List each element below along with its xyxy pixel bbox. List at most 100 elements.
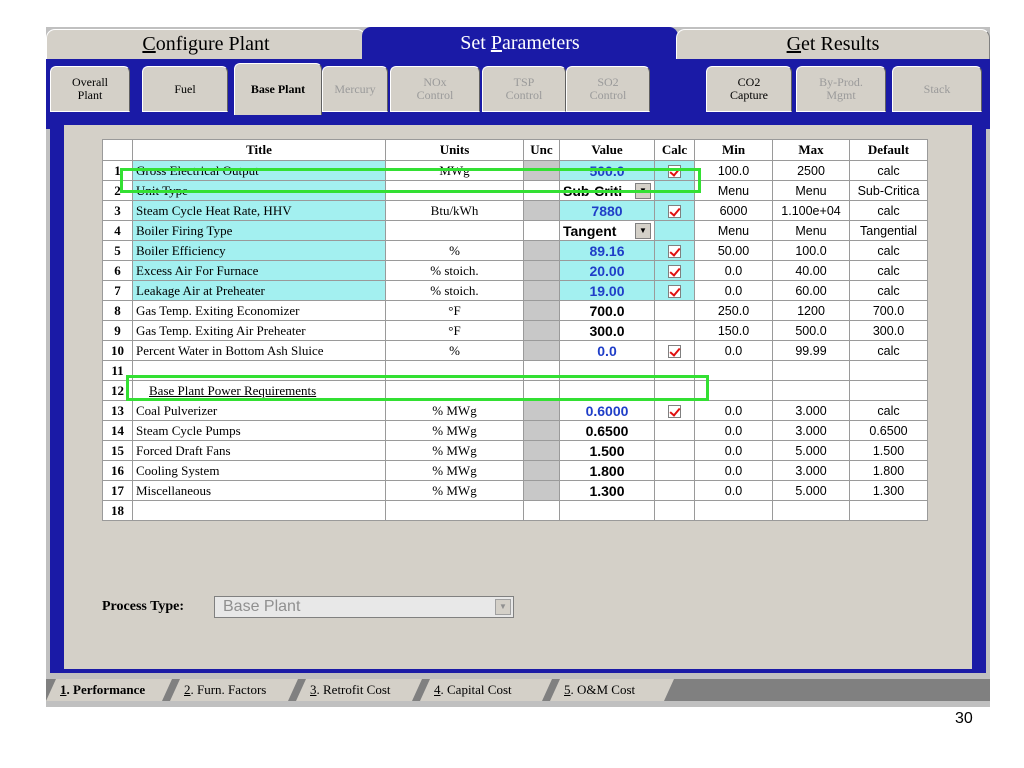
cell-value[interactable]: 500.0 (559, 160, 655, 181)
cell-calc (654, 460, 695, 481)
select-value: Sub-Criti (563, 182, 623, 199)
table-header: Title Units Unc Value Calc Min Max Defau… (102, 139, 928, 161)
cell-max: 1.100e+04 (772, 200, 850, 221)
cell-calc[interactable] (654, 400, 695, 421)
table-row: 3 Steam Cycle Heat Rate, HHV Btu/kWh 7880 60… (102, 200, 928, 221)
process-type-select: Base Plant ▼ (214, 596, 514, 618)
cell-unc[interactable] (523, 480, 560, 501)
cell-default: calc (849, 280, 928, 301)
cell-unc[interactable] (523, 160, 560, 181)
cell-value-select[interactable]: Tangent ▼ (559, 220, 655, 241)
cell-units (385, 220, 524, 241)
cell-unc[interactable] (523, 280, 560, 301)
cell-unc[interactable] (523, 320, 560, 341)
cell-calc[interactable] (654, 200, 695, 221)
cell-calc (654, 380, 695, 401)
cell-max: Menu (772, 220, 850, 241)
calc-checkbox[interactable] (668, 205, 681, 219)
cell-unc[interactable] (523, 300, 560, 321)
cell-min: Menu (694, 180, 773, 201)
calc-checkbox[interactable] (668, 285, 681, 299)
cell-value[interactable]: 1.500 (559, 440, 655, 461)
table-row: 18 (102, 500, 928, 521)
cell-unc[interactable] (523, 400, 560, 421)
cell-value[interactable]: 300.0 (559, 320, 655, 341)
cell-unc[interactable] (523, 440, 560, 461)
tab-get-results[interactable]: Get Results (676, 29, 990, 59)
cell-min: 0.0 (694, 480, 773, 501)
cell-unc[interactable] (523, 460, 560, 481)
cell-max: 1200 (772, 300, 850, 321)
cell-value[interactable]: 700.0 (559, 300, 655, 321)
cell-default: calc (849, 160, 928, 181)
cell-min: 0.0 (694, 260, 773, 281)
cell-value[interactable]: 0.6500 (559, 420, 655, 441)
cell-max (772, 500, 850, 521)
cell-calc[interactable] (654, 240, 695, 261)
cell-value[interactable]: 1.300 (559, 480, 655, 501)
cell-value[interactable]: 20.00 (559, 260, 655, 281)
row-number: 4 (102, 220, 133, 241)
cell-value-select[interactable]: Sub-Criti ▼ (559, 180, 655, 201)
cell-value[interactable]: 1.800 (559, 460, 655, 481)
cell-default: calc (849, 260, 928, 281)
row-number: 11 (102, 360, 133, 381)
calc-checkbox[interactable] (668, 405, 681, 419)
cell-value[interactable]: 7880 (559, 200, 655, 221)
chevron-down-icon[interactable]: ▼ (635, 222, 651, 239)
tab-om-cost[interactable]: 5. O&M Cost (550, 679, 674, 701)
row-number: 8 (102, 300, 133, 321)
cell-value[interactable]: 19.00 (559, 280, 655, 301)
tab-configure-plant[interactable]: Configure Plant (46, 29, 366, 59)
table-row: 14 Steam Cycle Pumps% MWg 0.6500 0.0 3.000 0.… (102, 420, 928, 441)
cell-value[interactable]: 0.6000 (559, 400, 655, 421)
subtab-overall-plant[interactable]: Overall Plant (50, 66, 130, 112)
cell-min: 0.0 (694, 440, 773, 461)
tab-capital-cost[interactable]: 4. Capital Cost (420, 679, 552, 701)
cell-default: 1.500 (849, 440, 928, 461)
cell-title: Boiler Firing Type (132, 220, 386, 241)
tab-performance[interactable]: 1. Performance (46, 679, 172, 701)
cell-units: % MWg (385, 460, 524, 481)
process-type-label: Process Type: (102, 599, 185, 614)
cell-unc[interactable] (523, 260, 560, 281)
cell-unc[interactable] (523, 340, 560, 361)
subtab-tsp-control: TSP Control (482, 66, 566, 112)
cell-max: 100.0 (772, 240, 850, 261)
cell-min: Menu (694, 220, 773, 241)
cell-calc[interactable] (654, 340, 695, 361)
row-number: 13 (102, 400, 133, 421)
subtab-fuel[interactable]: Fuel (142, 66, 228, 112)
cell-max: 3.000 (772, 420, 850, 441)
tab-label: Set Parameters (460, 32, 580, 54)
cell-calc (654, 480, 695, 501)
tab-set-parameters[interactable]: Set Parameters (362, 27, 678, 59)
cell-unc[interactable] (523, 240, 560, 261)
cell-unc[interactable] (523, 420, 560, 441)
tab-furn-factors[interactable]: 2. Furn. Factors (170, 679, 298, 701)
cell-calc[interactable] (654, 280, 695, 301)
cell-calc[interactable] (654, 260, 695, 281)
cell-min: 100.0 (694, 160, 773, 181)
cell-value[interactable]: 0.0 (559, 340, 655, 361)
cell-value[interactable]: 89.16 (559, 240, 655, 261)
col-header-title: Title (132, 139, 386, 161)
subtab-base-plant[interactable]: Base Plant (234, 63, 322, 115)
cell-default (849, 380, 928, 401)
parameters-table: Title Units Unc Value Calc Min Max Defau… (102, 139, 928, 521)
calc-checkbox[interactable] (668, 165, 681, 179)
cell-calc[interactable] (654, 160, 695, 181)
calc-checkbox[interactable] (668, 265, 681, 279)
cell-units: °F (385, 320, 524, 341)
calc-checkbox[interactable] (668, 345, 681, 359)
tab-retrofit-cost[interactable]: 3. Retrofit Cost (296, 679, 422, 701)
subtab-co2-capture[interactable]: CO2 Capture (706, 66, 792, 112)
cell-calc (654, 180, 695, 201)
cell-unc[interactable] (523, 200, 560, 221)
calc-checkbox[interactable] (668, 245, 681, 259)
cell-default: calc (849, 200, 928, 221)
cell-units: % stoich. (385, 260, 524, 281)
row-number: 14 (102, 420, 133, 441)
bottom-tab-bar: 1. Performance 2. Furn. Factors 3. Retro… (46, 679, 990, 701)
chevron-down-icon[interactable]: ▼ (635, 182, 651, 199)
